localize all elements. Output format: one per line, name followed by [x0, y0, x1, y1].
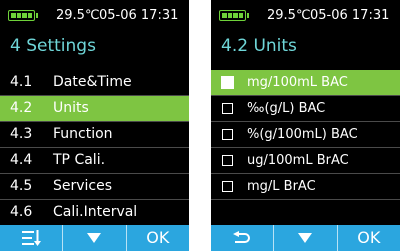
ok-label: OK	[357, 228, 381, 247]
status-bar: 29.5℃ 05-06 17:31	[0, 8, 189, 28]
arrow-down-icon	[298, 233, 313, 243]
unit-label: mg/100mL BAC	[247, 75, 348, 90]
menu-item-label: Units	[53, 100, 89, 116]
checkbox[interactable]	[222, 181, 233, 192]
battery-icon	[8, 10, 38, 21]
softkey-bar: OK	[211, 225, 400, 251]
return-icon	[233, 231, 251, 243]
settings-menu: 4.1 Date&Time 4.2 Units 4.3 Function 4.4…	[0, 70, 189, 226]
unit-label: %(g/100mL) BAC	[247, 127, 358, 142]
temperature-readout: 29.5℃	[56, 8, 100, 23]
unit-option-percent-bac[interactable]: %(g/100mL) BAC	[211, 122, 400, 148]
menu-item-label: Cali.Interval	[53, 204, 138, 220]
down-button[interactable]	[62, 225, 125, 251]
checkbox[interactable]	[222, 103, 233, 114]
menu-item-date-time[interactable]: 4.1 Date&Time	[0, 70, 189, 96]
battery-icon	[219, 10, 249, 21]
menu-item-number: 4.5	[10, 178, 33, 194]
menu-item-number: 4.1	[10, 74, 33, 90]
checkbox[interactable]	[222, 155, 233, 166]
menu-item-label: TP Cali.	[53, 152, 106, 168]
softkey-bar: OK	[0, 225, 189, 251]
unit-option-ug-100ml-brac[interactable]: ug/100mL BrAC	[211, 148, 400, 174]
back-button[interactable]	[211, 225, 273, 251]
datetime-readout: 05-06 17:31	[99, 8, 179, 23]
menu-item-function[interactable]: 4.3 Function	[0, 122, 189, 148]
settings-screen: 29.5℃ 05-06 17:31 4 Settings 4.1 Date&Ti…	[0, 0, 189, 251]
units-list: mg/100mL BAC ‰(g/L) BAC %(g/100mL) BAC u…	[211, 70, 400, 200]
ok-label: OK	[146, 228, 170, 247]
units-screen: 29.5℃ 05-06 17:31 4.2 Units mg/100mL BAC…	[211, 0, 400, 251]
menu-item-units[interactable]: 4.2 Units	[0, 96, 189, 122]
menu-item-label: Function	[53, 126, 113, 142]
ok-button[interactable]: OK	[336, 225, 400, 251]
unit-option-mg-l-brac[interactable]: mg/L BrAC	[211, 174, 400, 200]
unit-option-permille-bac[interactable]: ‰(g/L) BAC	[211, 96, 400, 122]
menu-item-label: Services	[53, 178, 113, 194]
page-title: 4.2 Units	[221, 36, 297, 56]
arrow-down-icon	[87, 233, 102, 243]
menu-item-number: 4.2	[10, 100, 33, 116]
menu-item-number: 4.3	[10, 126, 33, 142]
menu-item-number: 4.4	[10, 152, 33, 168]
menu-item-label: Date&Time	[53, 74, 132, 90]
menu-item-number: 4.6	[10, 204, 33, 220]
menu-down-icon	[22, 230, 42, 246]
down-button[interactable]	[273, 225, 336, 251]
menu-item-services[interactable]: 4.5 Services	[0, 174, 189, 200]
menu-item-cali-interval[interactable]: 4.6 Cali.Interval	[0, 200, 189, 226]
unit-label: ‰(g/L) BAC	[247, 101, 326, 116]
checkbox[interactable]	[222, 129, 233, 140]
status-bar: 29.5℃ 05-06 17:31	[211, 8, 400, 28]
checkbox-checked[interactable]	[221, 76, 234, 89]
menu-item-tp-cali[interactable]: 4.4 TP Cali.	[0, 148, 189, 174]
datetime-readout: 05-06 17:31	[310, 8, 390, 23]
unit-label: mg/L BrAC	[247, 179, 316, 194]
page-title: 4 Settings	[10, 36, 96, 56]
temperature-readout: 29.5℃	[267, 8, 311, 23]
menu-down-button[interactable]	[0, 225, 62, 251]
unit-label: ug/100mL BrAC	[247, 153, 349, 168]
ok-button[interactable]: OK	[125, 225, 189, 251]
unit-option-mg-100ml-bac[interactable]: mg/100mL BAC	[211, 70, 400, 96]
